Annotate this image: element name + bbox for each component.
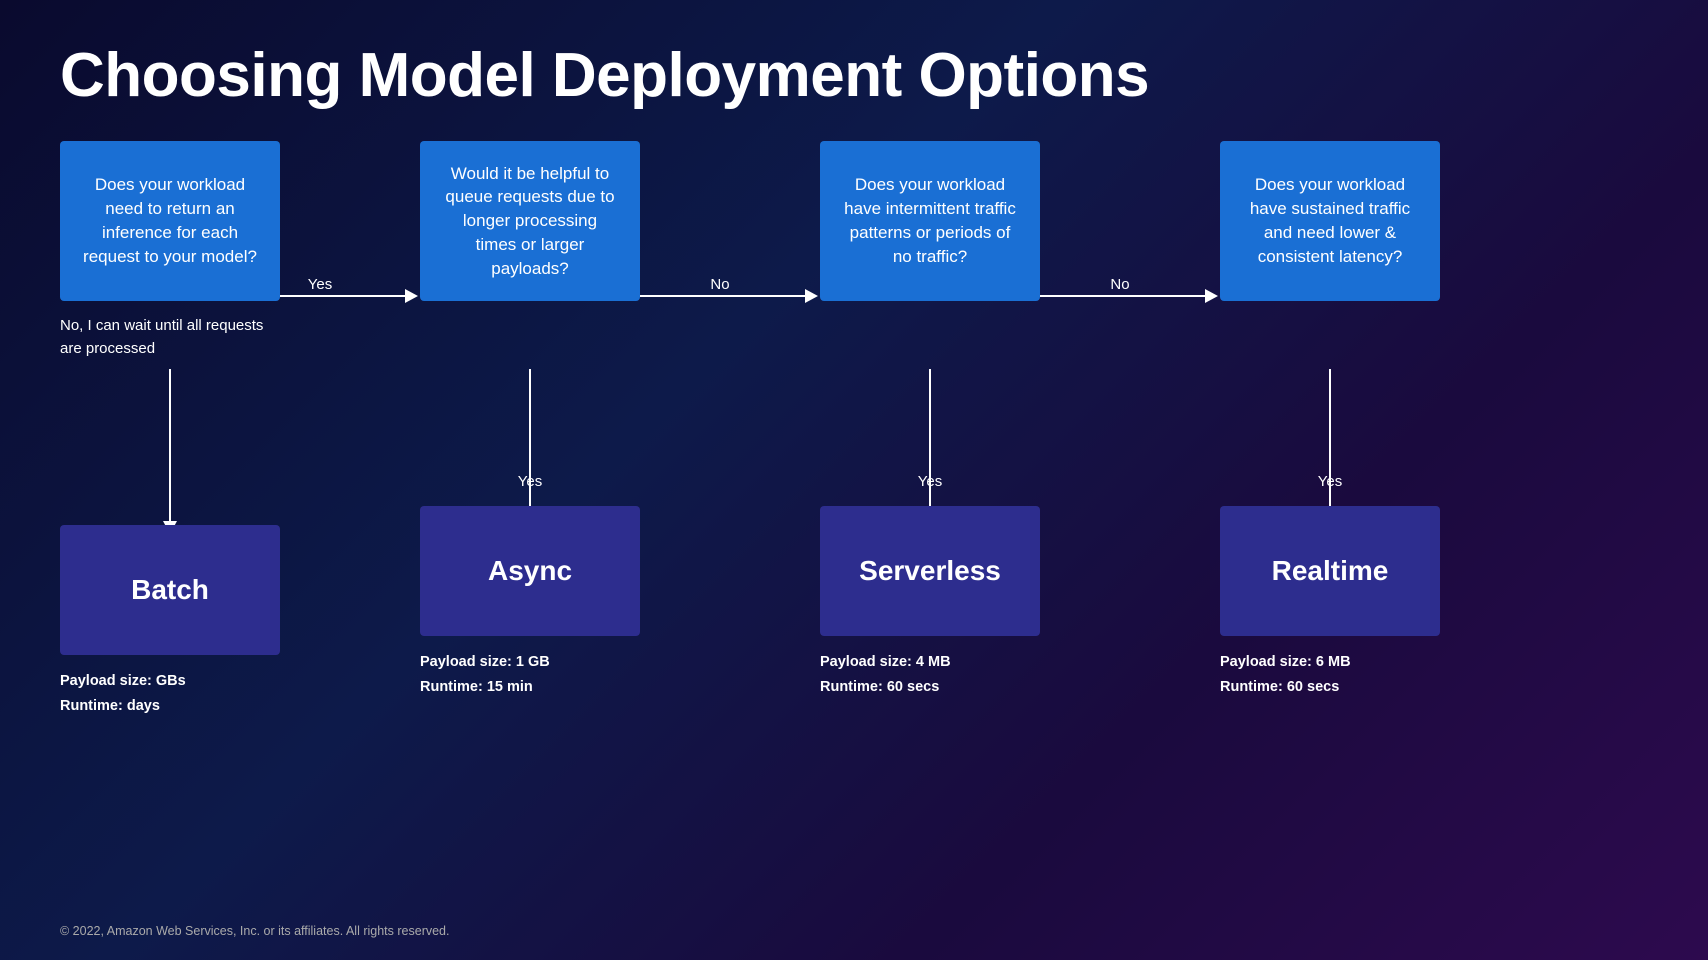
column-2: Would it be helpful to queue requests du… — [420, 141, 640, 699]
decision-box-1: Does your workload need to return an inf… — [60, 141, 280, 301]
decision-box-3: Does your workload have intermittent tra… — [820, 141, 1040, 301]
result-box-1: Batch — [60, 525, 280, 655]
decision-text-1: Does your workload need to return an inf… — [82, 173, 258, 268]
decision-box-4: Does your workload have sustained traffi… — [1220, 141, 1440, 301]
footer: © 2022, Amazon Web Services, Inc. or its… — [60, 924, 449, 938]
result-info-2: Payload size: 1 GB Runtime: 15 min — [420, 650, 640, 699]
svg-text:Yes: Yes — [308, 276, 332, 293]
column-4: Does your workload have sustained traffi… — [1220, 141, 1440, 699]
decision-box-2: Would it be helpful to queue requests du… — [420, 141, 640, 301]
result-box-3: Serverless — [820, 506, 1040, 636]
flowchart-wrapper: Yes No No Yes Yes Yes Does your workl — [0, 141, 1708, 841]
decision-text-3: Does your workload have intermittent tra… — [842, 173, 1018, 268]
result-info-3: Payload size: 4 MB Runtime: 60 secs — [820, 650, 1040, 699]
result-info-1: Payload size: GBs Runtime: days — [60, 669, 280, 718]
result-box-2: Async — [420, 506, 640, 636]
decision-text-4: Does your workload have sustained traffi… — [1242, 173, 1418, 268]
svg-text:No: No — [1110, 276, 1129, 293]
svg-text:No: No — [710, 276, 729, 293]
column-1: Does your workload need to return an inf… — [60, 141, 280, 718]
column-3: Does your workload have intermittent tra… — [820, 141, 1040, 699]
result-info-4: Payload size: 6 MB Runtime: 60 secs — [1220, 650, 1440, 699]
no-wait-label: No, I can wait until all requests are pr… — [60, 315, 280, 360]
page-title: Choosing Model Deployment Options — [0, 0, 1708, 141]
result-box-4: Realtime — [1220, 506, 1440, 636]
decision-text-2: Would it be helpful to queue requests du… — [442, 162, 618, 281]
